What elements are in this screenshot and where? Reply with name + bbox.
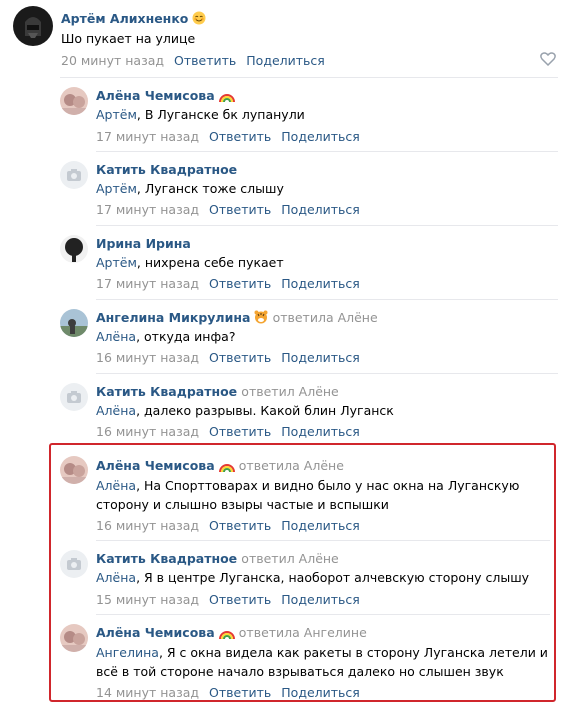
avatar[interactable] xyxy=(60,550,88,578)
avatar[interactable] xyxy=(60,235,88,263)
reply-button[interactable]: Ответить xyxy=(209,592,271,607)
reply-to-name[interactable]: Артём xyxy=(96,255,137,270)
rainbow-emoji-icon xyxy=(218,460,235,476)
reply-button[interactable]: Ответить xyxy=(209,350,271,365)
comment-text-line2: сторону и слышно взыры частые и вспышки xyxy=(96,497,389,512)
replied-to-label: ответил Алёне xyxy=(241,551,339,566)
reply-to-name[interactable]: Алёна xyxy=(96,329,136,344)
author-name[interactable]: Ангелина Микрулина xyxy=(96,310,250,325)
comment-text: , На Спорттоварах и видно было у нас окн… xyxy=(136,478,520,493)
comment-text: , Я с окна видела как ракеты в сторону Л… xyxy=(158,645,548,660)
reply-button[interactable]: Ответить xyxy=(174,53,236,68)
divider xyxy=(60,77,558,78)
share-button[interactable]: Поделиться xyxy=(281,424,360,439)
blush-emoji-icon xyxy=(192,11,206,29)
divider xyxy=(96,299,558,300)
comment-text: Шо пукает на улице xyxy=(61,31,196,46)
replied-to-label: ответил Алёне xyxy=(241,384,339,399)
comment-time[interactable]: 16 минут назад xyxy=(96,518,199,533)
replied-to-label: ответила Алёне xyxy=(238,458,344,473)
divider xyxy=(96,614,550,615)
reply-button[interactable]: Ответить xyxy=(209,424,271,439)
reply-button[interactable]: Ответить xyxy=(209,129,271,144)
divider xyxy=(96,373,558,374)
comment-text: , Луганск тоже слышу xyxy=(136,181,284,196)
reply-button[interactable]: Ответить xyxy=(209,518,271,533)
comment-text: , Я в центре Луганска, наоборот алчевску… xyxy=(136,570,530,585)
share-button[interactable]: Поделиться xyxy=(281,202,360,217)
author-name[interactable]: Ирина Ирина xyxy=(96,236,191,251)
avatar[interactable] xyxy=(60,309,88,337)
divider xyxy=(96,225,558,226)
share-button[interactable]: Поделиться xyxy=(246,53,325,68)
author-name[interactable]: Алёна Чемисова xyxy=(96,458,215,473)
rainbow-emoji-icon xyxy=(218,627,235,643)
share-button[interactable]: Поделиться xyxy=(281,685,360,700)
comment-time[interactable]: 17 минут назад xyxy=(96,129,199,144)
comment-time[interactable]: 16 минут назад xyxy=(96,424,199,439)
share-button[interactable]: Поделиться xyxy=(281,129,360,144)
comment-time[interactable]: 15 минут назад xyxy=(96,592,199,607)
comment-text: , далеко разрывы. Какой блин Луганск xyxy=(136,403,394,418)
reply-to-name[interactable]: Артём xyxy=(96,107,137,122)
comment-time[interactable]: 20 минут назад xyxy=(61,53,164,68)
avatar[interactable] xyxy=(60,383,88,411)
author-name[interactable]: Катить Квадратное xyxy=(96,551,237,566)
avatar[interactable] xyxy=(60,87,88,115)
divider xyxy=(96,540,550,541)
comment-time[interactable]: 17 минут назад xyxy=(96,276,199,291)
share-button[interactable]: Поделиться xyxy=(281,350,360,365)
replied-to-label: ответила Ангелине xyxy=(238,625,367,640)
author-name[interactable]: Алёна Чемисова xyxy=(96,625,215,640)
comment-text: , В Луганске бк лупанули xyxy=(136,107,305,122)
author-name[interactable]: Алёна Чемисова xyxy=(96,88,215,103)
author-name[interactable]: Катить Квадратное xyxy=(96,384,237,399)
heart-icon[interactable] xyxy=(540,52,556,70)
comment-text-line2: всё в той стороне начало взрываться дале… xyxy=(96,664,504,679)
author-name[interactable]: Артём Алихненко xyxy=(61,11,188,26)
tiger-emoji-icon xyxy=(254,310,268,328)
avatar[interactable] xyxy=(60,456,88,484)
replied-to-label: ответила Алёне xyxy=(272,310,378,325)
reply-button[interactable]: Ответить xyxy=(209,276,271,291)
reply-to-name[interactable]: Артём xyxy=(96,181,137,196)
reply-to-name[interactable]: Алёна xyxy=(96,478,136,493)
reply-to-name[interactable]: Ангелина xyxy=(96,645,159,660)
reply-button[interactable]: Ответить xyxy=(209,202,271,217)
share-button[interactable]: Поделиться xyxy=(281,276,360,291)
rainbow-emoji-icon xyxy=(218,90,235,106)
comment-time[interactable]: 17 минут назад xyxy=(96,202,199,217)
author-name[interactable]: Катить Квадратное xyxy=(96,162,237,177)
avatar[interactable] xyxy=(60,624,88,652)
divider xyxy=(96,151,558,152)
comment-text: , нихрена себе пукает xyxy=(136,255,284,270)
reply-to-name[interactable]: Алёна xyxy=(96,570,136,585)
avatar[interactable] xyxy=(13,6,53,46)
avatar[interactable] xyxy=(60,161,88,189)
share-button[interactable]: Поделиться xyxy=(281,518,360,533)
share-button[interactable]: Поделиться xyxy=(281,592,360,607)
comment-time[interactable]: 16 минут назад xyxy=(96,350,199,365)
comment-text: , откуда инфа? xyxy=(136,329,236,344)
comment-time[interactable]: 14 минут назад xyxy=(96,685,199,700)
reply-to-name[interactable]: Алёна xyxy=(96,403,136,418)
reply-button[interactable]: Ответить xyxy=(209,685,271,700)
